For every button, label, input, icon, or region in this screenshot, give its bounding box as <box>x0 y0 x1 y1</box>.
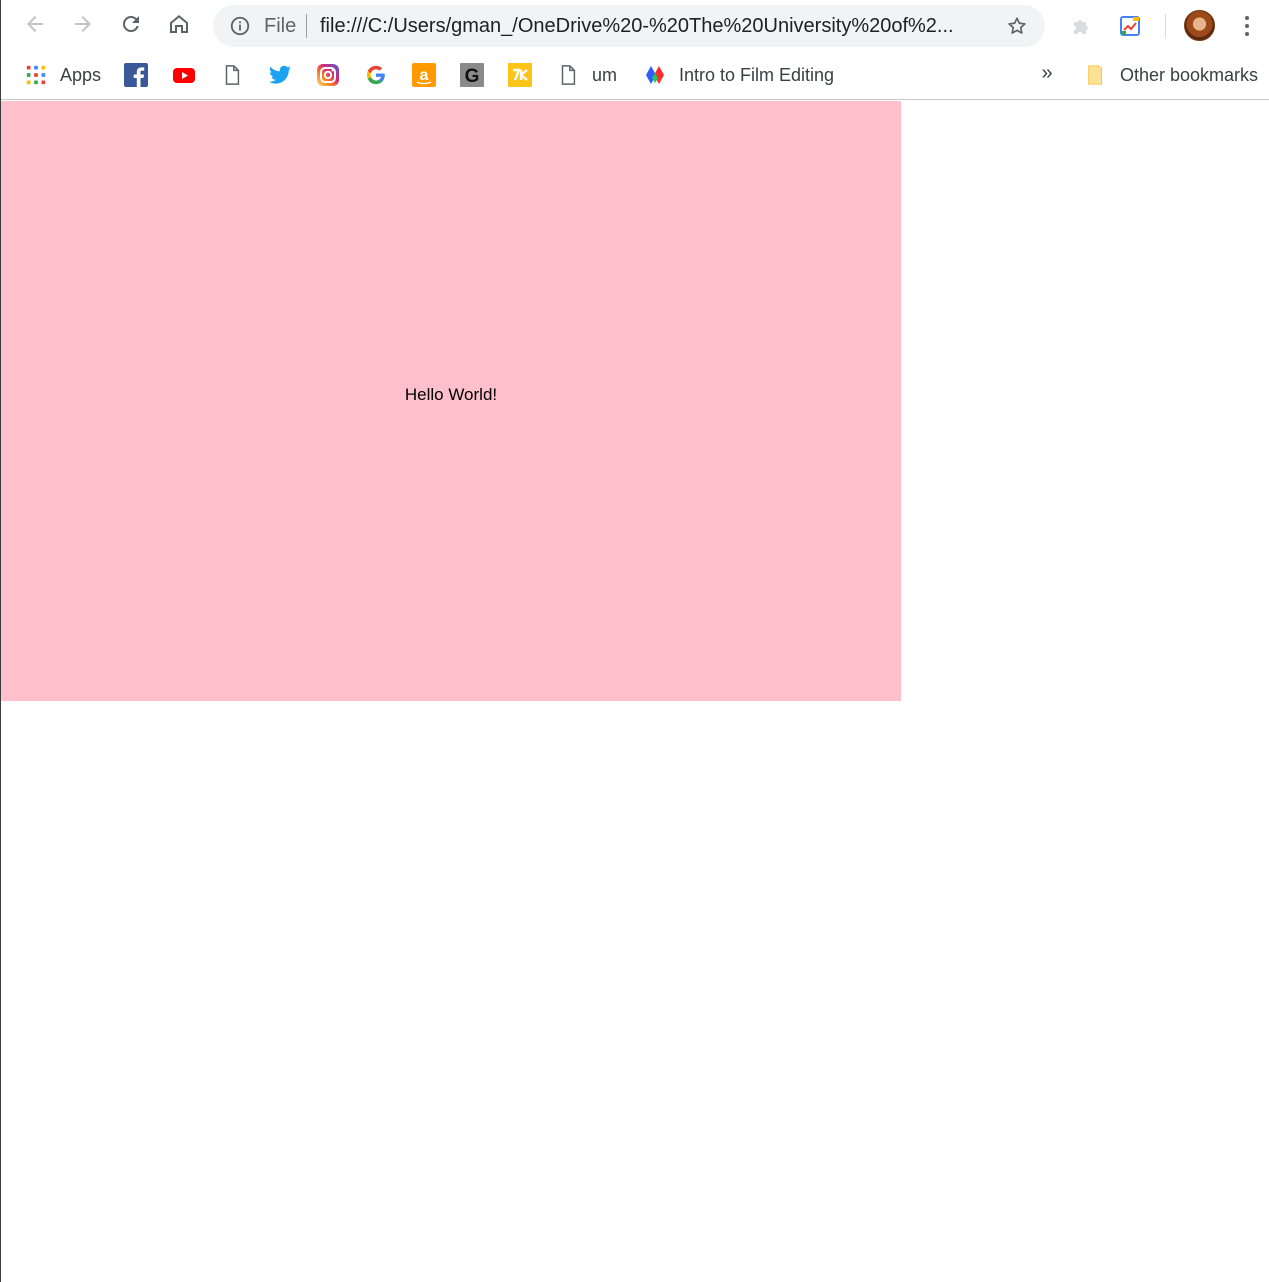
three-dot-menu-icon[interactable] <box>1235 12 1259 40</box>
bookmark-label: Apps <box>60 64 102 85</box>
profile-avatar[interactable] <box>1184 10 1215 41</box>
bookmark-g-letter[interactable]: G <box>460 62 484 88</box>
url-divider <box>306 14 307 38</box>
svg-text:a: a <box>420 67 429 84</box>
page-icon <box>556 63 580 87</box>
address-bar[interactable]: File file:///C:/Users/gman_/OneDrive%20-… <box>213 5 1045 47</box>
amazon-icon: a <box>412 63 436 87</box>
reload-button[interactable] <box>113 6 149 42</box>
puzzle-extension-icon[interactable] <box>1068 13 1094 39</box>
page-viewport: Hello World! <box>1 101 1269 1282</box>
chart-extension-icon[interactable] <box>1117 13 1143 39</box>
apps-grid-icon <box>24 63 48 87</box>
bookmarks-bar: Apps a G um Intro to Film Editing Other … <box>1 52 1269 100</box>
bookmarks-overflow-button[interactable]: » <box>1037 60 1057 86</box>
bookmark-page[interactable] <box>220 62 244 88</box>
info-icon[interactable] <box>228 14 252 38</box>
svg-text:G: G <box>465 66 480 87</box>
instagram-icon <box>316 63 340 87</box>
page-icon <box>220 63 244 87</box>
other-bookmarks[interactable]: Other bookmarks <box>1084 62 1258 88</box>
bookmark-youtube[interactable] <box>172 62 196 88</box>
arrow-left-icon <box>27 16 43 32</box>
url-text[interactable]: file:///C:/Users/gman_/OneDrive%20-%20Th… <box>320 15 1000 37</box>
bookmark-amazon[interactable]: a <box>412 62 436 88</box>
back-button[interactable] <box>17 6 53 42</box>
reload-icon <box>122 15 139 32</box>
browser-toolbar: File file:///C:/Users/gman_/OneDrive%20-… <box>1 0 1269 52</box>
facebook-icon <box>124 63 148 87</box>
hello-world-text: Hello World! <box>404 384 498 404</box>
bookmark-label: um <box>592 64 618 85</box>
bookmark-label: Intro to Film Editing <box>679 64 835 85</box>
arrow-right-icon <box>75 16 91 32</box>
other-bookmarks-label: Other bookmarks <box>1120 64 1259 85</box>
bookmark-facebook[interactable] <box>124 62 148 88</box>
bookmark-twitter[interactable] <box>268 62 292 88</box>
pink-box: Hello World! <box>1 101 901 701</box>
bookmark-yellow-tile[interactable] <box>508 62 532 88</box>
folder-icon <box>1084 63 1108 87</box>
google-icon <box>364 63 388 87</box>
twitter-icon <box>268 63 292 87</box>
youtube-icon <box>172 63 196 87</box>
colorful-logo-icon <box>643 63 667 87</box>
yellow-tile-icon <box>508 63 532 87</box>
toolbar-divider <box>1165 14 1166 38</box>
bookmark-um[interactable]: um <box>556 62 617 88</box>
url-scheme-label: File <box>264 15 297 37</box>
forward-button[interactable] <box>65 6 101 42</box>
browser-window: File file:///C:/Users/gman_/OneDrive%20-… <box>0 0 1269 1282</box>
g-letter-icon: G <box>460 63 484 87</box>
star-icon[interactable] <box>1005 14 1029 38</box>
home-button[interactable] <box>161 6 197 42</box>
bookmark-apps[interactable]: Apps <box>24 62 101 88</box>
home-icon <box>170 15 188 33</box>
bookmark-google[interactable] <box>364 62 388 88</box>
bookmark-intro-to-film-editing[interactable]: Intro to Film Editing <box>643 62 834 88</box>
bookmark-instagram[interactable] <box>316 62 340 88</box>
